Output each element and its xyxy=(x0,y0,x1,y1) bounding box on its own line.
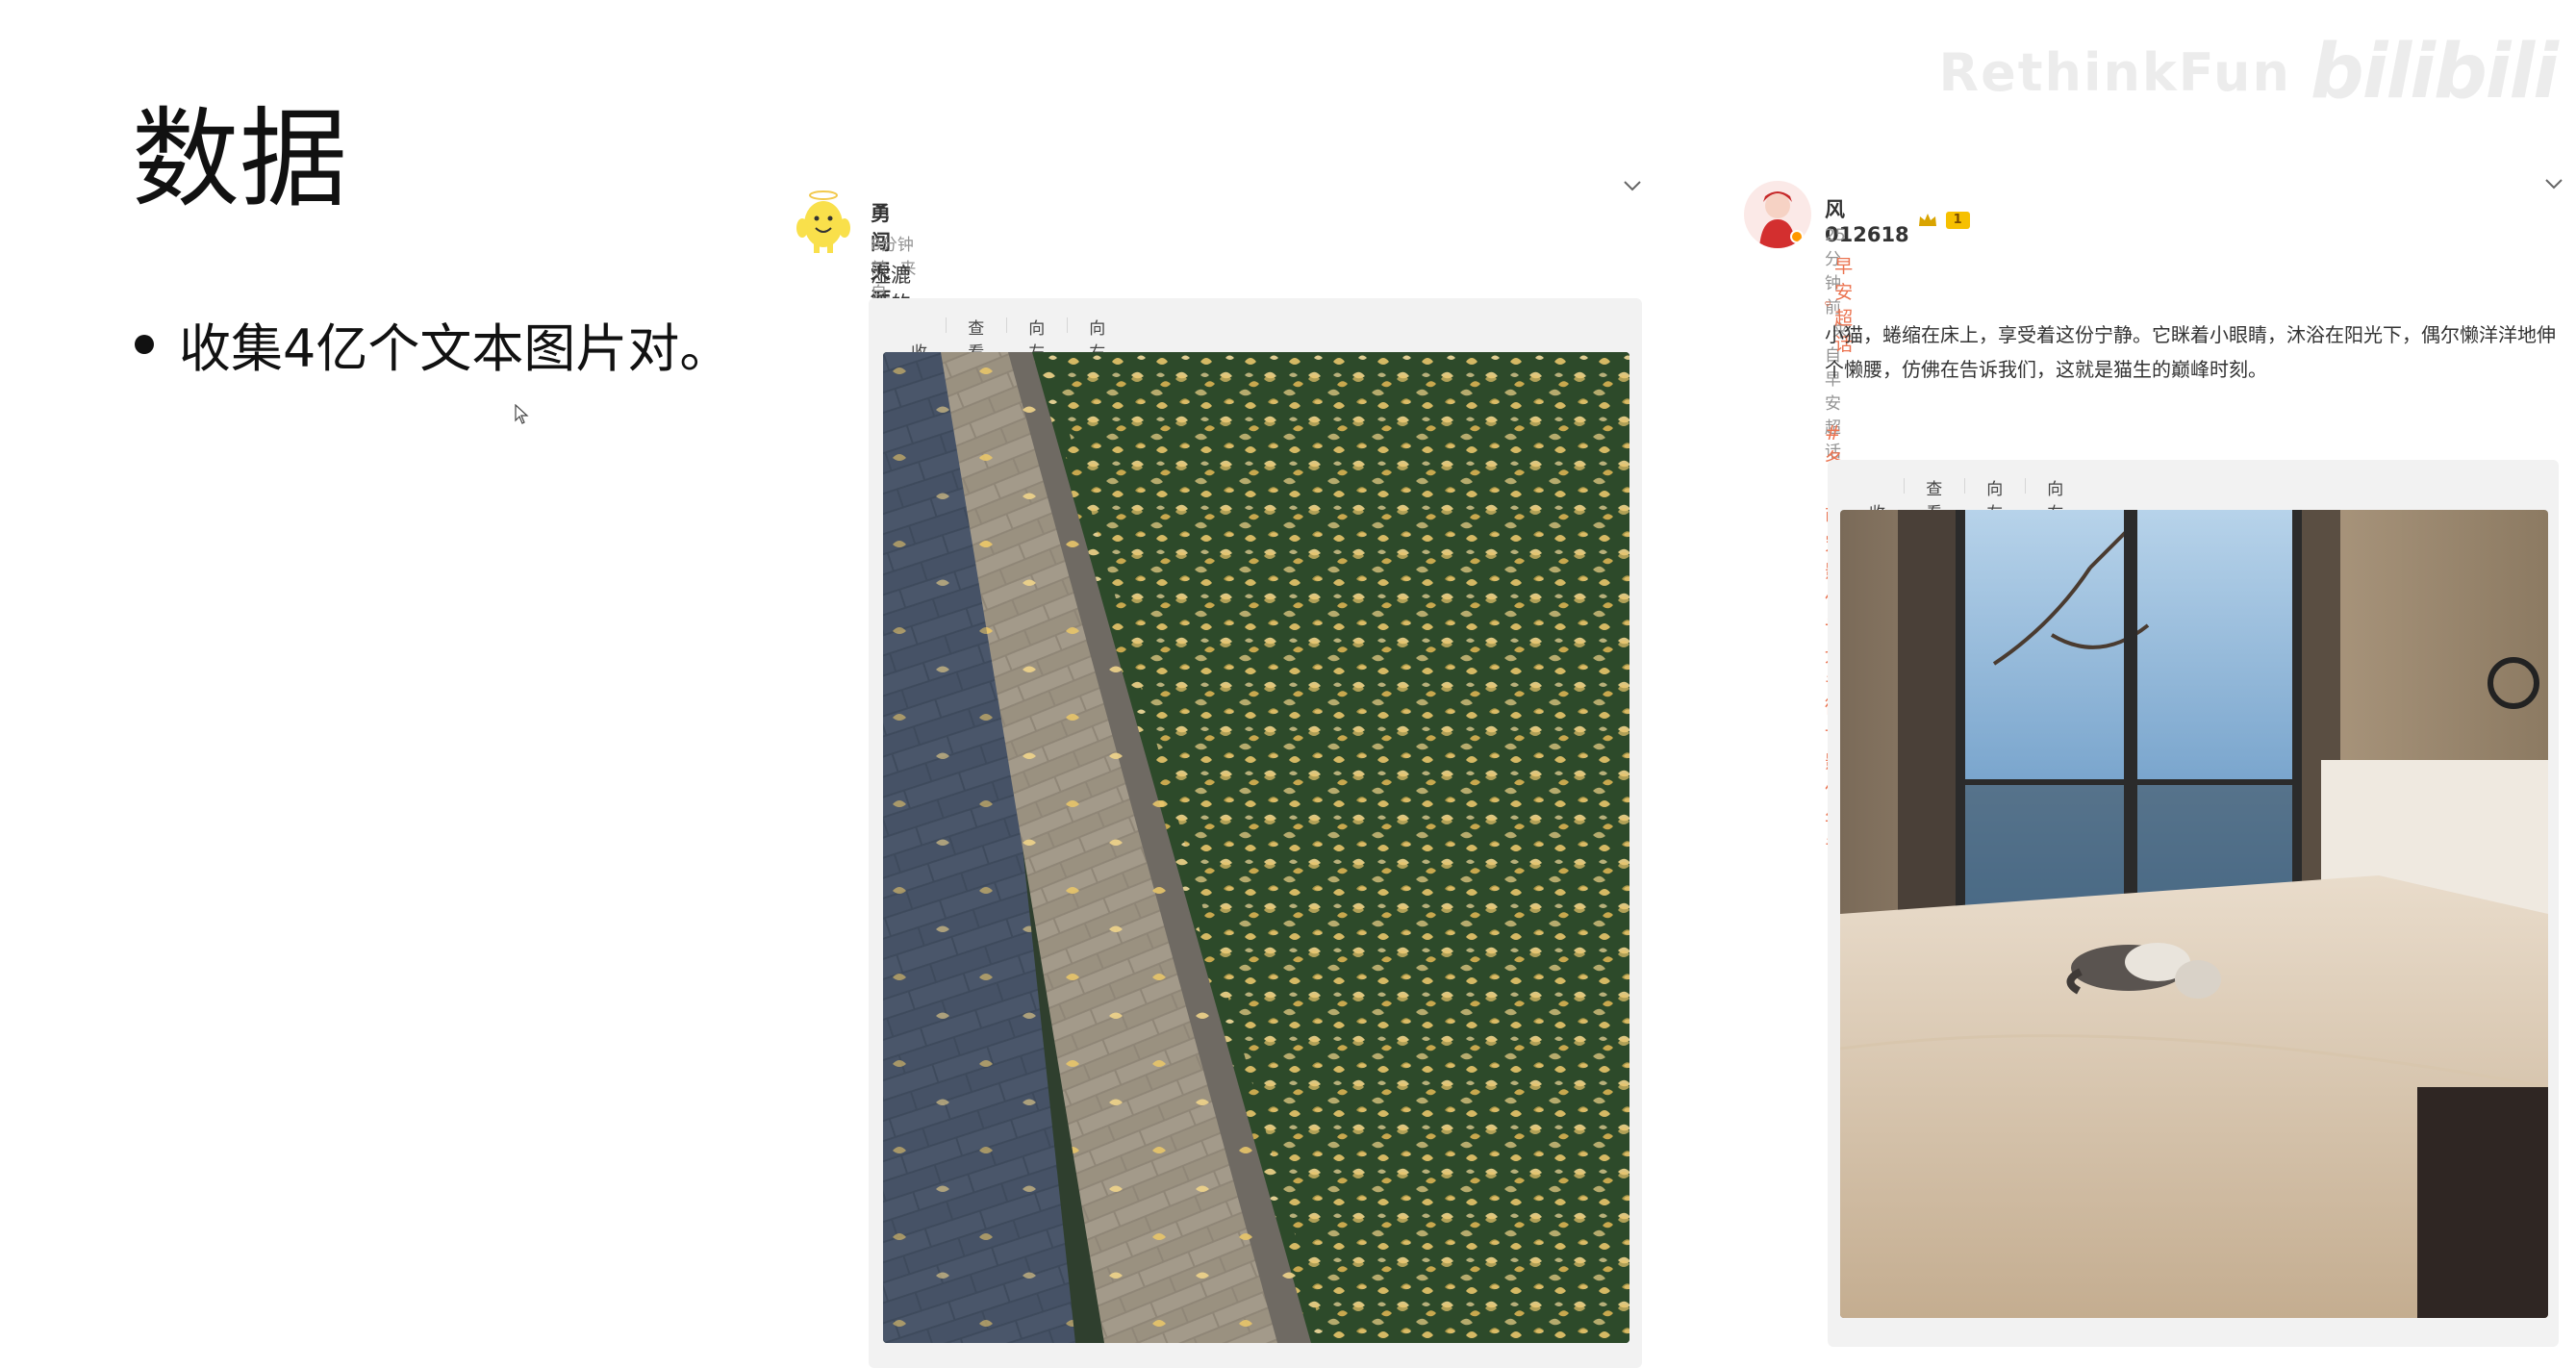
ginkgo-leaves-photo[interactable] xyxy=(883,352,1629,1343)
ginkgo-scene xyxy=(883,352,1629,1343)
level-badge: 1 xyxy=(1945,212,1970,229)
mouse-cursor-icon xyxy=(515,404,529,424)
watermark-text: RethinkFun xyxy=(1938,41,2291,103)
avatar[interactable] xyxy=(789,186,858,255)
bilibili-logo: bilibili xyxy=(2310,29,2559,115)
avatar[interactable] xyxy=(1744,181,1811,248)
bullet-text: 收集4亿个文本图片对。 xyxy=(179,318,732,379)
post-text: 小猫，蜷缩在床上，享受着这份宁静。它眯着小眼睛，沐浴在阳光下，偶尔懒洋洋地伸个懒… xyxy=(1825,323,2556,381)
crown-icon xyxy=(1917,212,1938,229)
watermark: RethinkFun bilibili xyxy=(1938,29,2559,115)
chevron-down-icon[interactable] xyxy=(1622,179,1643,192)
chevron-down-icon[interactable] xyxy=(2543,177,2564,190)
slide-title: 数据 xyxy=(132,97,347,222)
heart-icon xyxy=(1825,301,1831,307)
bullet-dot xyxy=(135,334,154,354)
avatar-cartoon-icon xyxy=(789,186,858,255)
avatar-doll-icon xyxy=(1744,181,1811,248)
bedroom-scene xyxy=(1840,510,2548,1318)
cat-on-bed-photo[interactable] xyxy=(1840,510,2548,1318)
bullet-item: 收集4亿个文本图片对。 xyxy=(135,306,731,382)
